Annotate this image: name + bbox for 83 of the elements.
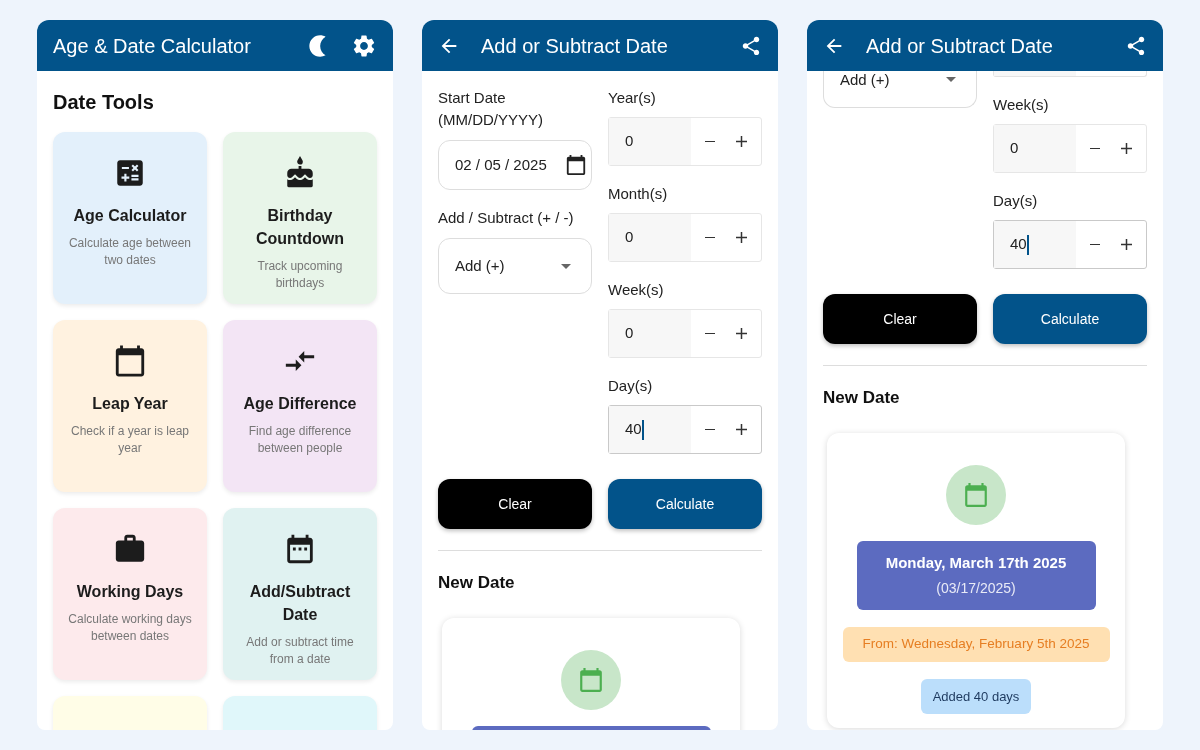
number-field[interactable]: 40 xyxy=(993,220,1147,269)
minus-icon[interactable] xyxy=(705,140,716,143)
minus-icon[interactable] xyxy=(705,428,716,431)
tool-card[interactable]: Working Days Calculate working days between dates xyxy=(53,508,207,680)
field-label: Add / Subtract (+ / -) xyxy=(438,208,575,228)
tool-card[interactable]: Age Difference Find age difference between people xyxy=(223,320,377,492)
tool-card[interactable]: Age Calculator Calculate age between two dates xyxy=(53,132,207,304)
number-field[interactable]: 0 xyxy=(608,309,762,358)
dropdown-caret-icon xyxy=(561,263,571,269)
calendar-badge-icon xyxy=(946,465,1006,525)
field-value: 02 / 05 / 2025 xyxy=(455,154,548,175)
tool-card[interactable]: Add/Subtract Date Add or subtract time from a date xyxy=(223,508,377,680)
tool-card[interactable]: Birthday Countdown Track upcoming birthdays xyxy=(223,132,377,304)
select-field[interactable]: Add (+) xyxy=(438,238,592,294)
app-title: Add or Subtract Date xyxy=(866,33,1054,59)
tool-title: Age Calculator xyxy=(73,206,187,226)
field-label: Day(s) xyxy=(993,191,1039,211)
plus-icon[interactable] xyxy=(1120,143,1132,154)
tool-description: Calculate age between two dates xyxy=(67,235,193,269)
field-label: Year(s) xyxy=(608,88,657,108)
text-cursor xyxy=(641,419,644,440)
tool-card[interactable]: Leap Year Check if a year is leap year xyxy=(53,320,207,492)
share-icon xyxy=(740,34,762,57)
tool-title: Add/Subtract Date xyxy=(248,582,352,625)
plus-icon[interactable] xyxy=(735,136,747,147)
number-field[interactable]: 0 xyxy=(608,117,762,166)
field-label: Day(s) xyxy=(608,376,654,396)
new-date-numeric: (03/17/2025) xyxy=(936,579,1016,599)
plus-icon[interactable] xyxy=(735,232,747,243)
tool-title: Birthday Countdown xyxy=(255,206,345,249)
section-heading: New Date xyxy=(823,387,901,409)
text-cursor xyxy=(1026,234,1029,255)
plus-icon[interactable] xyxy=(735,424,747,435)
select-field[interactable]: Add (+) xyxy=(823,71,977,108)
date-field[interactable]: 02 / 05 / 2025 xyxy=(438,140,592,190)
field-value: 40 xyxy=(625,419,642,440)
plus-icon[interactable] xyxy=(1120,239,1132,250)
field-value: Add (+) xyxy=(455,255,506,276)
number-field[interactable]: 40 xyxy=(608,405,762,454)
clear-button[interactable]: Clear xyxy=(823,294,977,344)
section-heading: New Date xyxy=(438,572,516,594)
minus-icon[interactable] xyxy=(705,236,716,239)
new-date-text: Monday, March 17th 2025 xyxy=(885,552,1067,573)
calculate-button[interactable]: Calculate xyxy=(608,479,762,529)
days-added-label: Added 40 days xyxy=(920,679,1032,714)
field-label: Month(s) xyxy=(608,184,669,204)
dropdown-caret-icon xyxy=(946,77,956,82)
clear-button[interactable]: Clear xyxy=(438,479,592,529)
calendar-icon xyxy=(565,154,587,176)
tool-description: Add or subtract time from a date xyxy=(245,634,355,668)
plus-icon[interactable] xyxy=(735,328,747,339)
number-field[interactable]: 0 xyxy=(993,124,1147,173)
minus-icon[interactable] xyxy=(1090,147,1101,150)
from-date-label: From: Wednesday, February 5th 2025 xyxy=(842,627,1110,662)
tool-title: Age Difference xyxy=(243,394,357,414)
field-value: Add (+) xyxy=(840,71,891,89)
app-title: Age & Date Calculator xyxy=(53,33,252,59)
tool-description: Calculate working days between dates xyxy=(67,611,193,645)
number-field[interactable] xyxy=(993,71,1147,77)
field-label: Start Date (MM/DD/YYYY) xyxy=(438,88,544,130)
calendar-badge-icon xyxy=(561,650,621,710)
tool-title: Leap Year xyxy=(92,394,168,414)
minus-icon[interactable] xyxy=(705,332,716,335)
app-title: Add or Subtract Date xyxy=(481,33,669,59)
field-value: 0 xyxy=(1010,138,1019,159)
share-button[interactable] xyxy=(1125,34,1147,57)
share-button[interactable] xyxy=(740,34,762,57)
tool-description: Check if a year is leap year xyxy=(69,423,191,457)
field-label: Week(s) xyxy=(608,280,665,300)
calendar-icon xyxy=(113,344,147,378)
share-icon xyxy=(1125,34,1147,57)
field-value: 0 xyxy=(625,323,634,344)
calculate-button[interactable]: Calculate xyxy=(993,294,1147,344)
tool-description: Track upcoming birthdays xyxy=(256,258,344,292)
number-field[interactable]: 0 xyxy=(608,213,762,262)
tool-title: Working Days xyxy=(76,582,184,602)
field-value: 0 xyxy=(625,131,634,152)
field-value: 40 xyxy=(1010,234,1027,255)
field-label: Week(s) xyxy=(993,95,1050,115)
minus-icon[interactable] xyxy=(1090,243,1101,246)
section-heading: Date Tools xyxy=(53,90,155,114)
tool-description: Find age difference between people xyxy=(247,423,353,457)
field-value: 0 xyxy=(625,227,634,248)
